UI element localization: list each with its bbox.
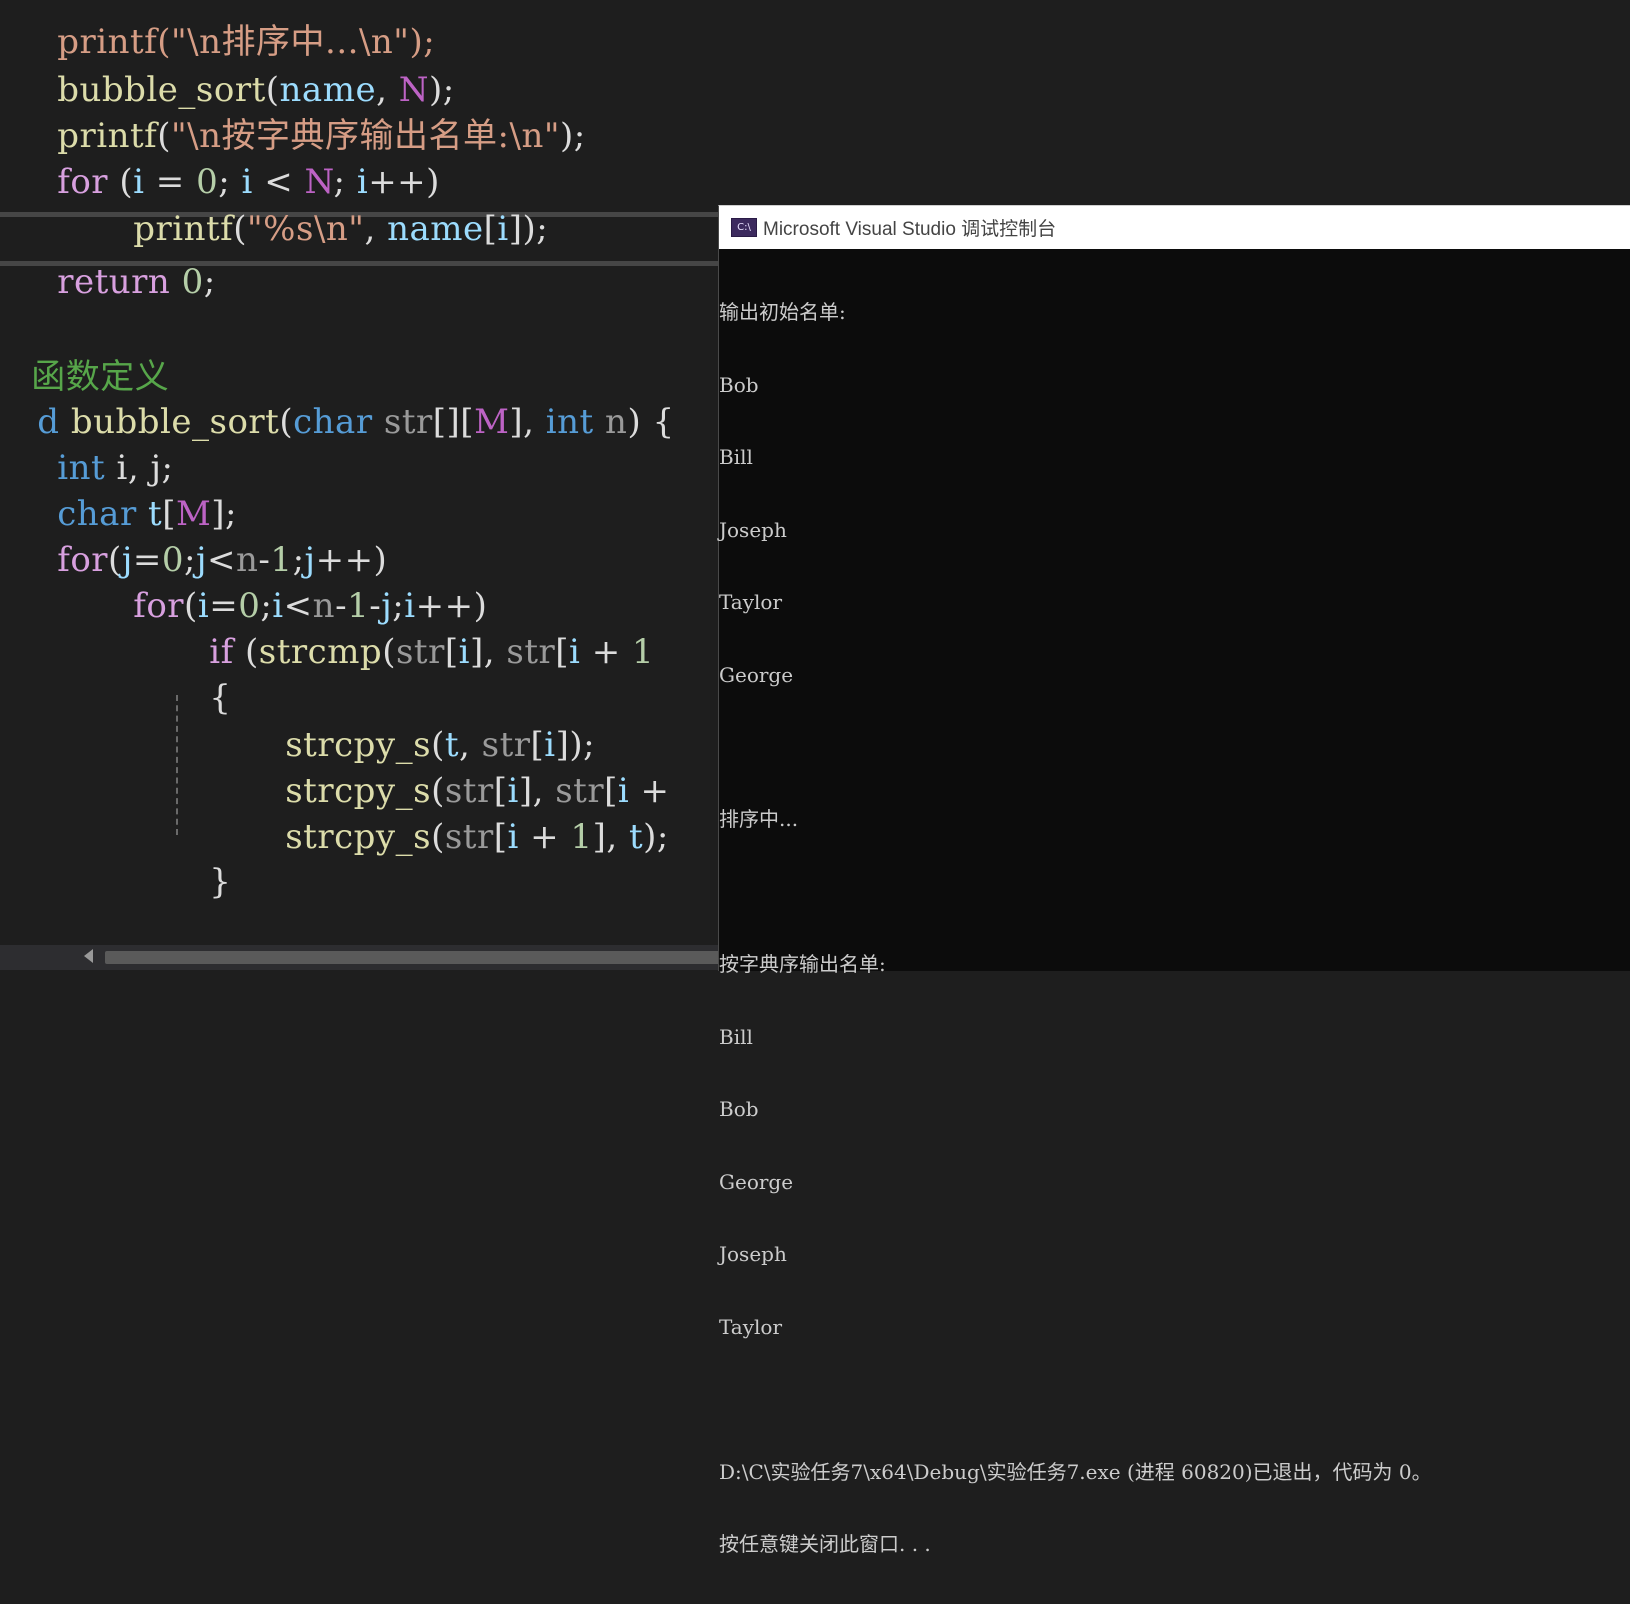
code-line-brace-close: } xyxy=(164,810,231,902)
macro: M xyxy=(474,402,510,442)
console-line: 输出初始名单: xyxy=(719,300,846,325)
function-call: strcpy_s xyxy=(285,817,432,857)
punct: + xyxy=(580,632,632,672)
punct: ( xyxy=(279,402,294,442)
scroll-left-arrow-icon[interactable] xyxy=(84,949,93,963)
punct: ); xyxy=(643,817,669,857)
code-line-brace-open: { xyxy=(164,626,231,718)
punct: [ xyxy=(555,632,570,672)
parameter: str xyxy=(383,402,433,442)
identifier: name xyxy=(387,209,484,249)
punct: [ xyxy=(483,209,498,249)
code-line-strcpy-3: strcpy_s(str[i + 1], t); xyxy=(240,765,669,857)
identifier: i xyxy=(569,632,581,672)
identifier: i xyxy=(458,632,470,672)
punct: ) { xyxy=(627,402,675,442)
console-line: 按任意键关闭此窗口. . . xyxy=(719,1532,931,1557)
punct: ( xyxy=(233,209,248,249)
parameter: n xyxy=(605,402,628,442)
code-line-for-j: for(j=0;j<n-1;j++) xyxy=(12,488,387,580)
console-line: 按字典序输出名单: xyxy=(719,952,886,977)
punct: ( xyxy=(431,817,445,857)
code-line-signature: d bubble_sort(char str[][M], int n) { xyxy=(0,350,675,442)
code-line-for-main: for (i = 0; i < N; i++) xyxy=(12,110,440,202)
code-line-for-i: for(i=0;i<n-1-j;i++) xyxy=(88,534,487,626)
punct: [ xyxy=(444,632,459,672)
punct: ; xyxy=(203,262,216,302)
punct: { xyxy=(209,678,232,718)
console-titlebar[interactable]: C:\ Microsoft Visual Studio 调试控制台 xyxy=(719,206,1630,249)
console-line: Taylor xyxy=(719,590,783,615)
number: 1 xyxy=(570,817,593,857)
punct: [][ xyxy=(432,402,475,442)
punct: + xyxy=(518,817,571,857)
console-output: 输出初始名单: Bob Bill Joseph Taylor George 排序… xyxy=(719,252,1624,1604)
console-line: George xyxy=(719,1169,794,1194)
scrollbar-thumb[interactable] xyxy=(105,951,720,964)
parameter: str xyxy=(506,632,556,672)
punct: ( xyxy=(382,632,396,672)
punct: ( xyxy=(233,632,259,672)
punct: ]); xyxy=(508,209,549,249)
console-title: Microsoft Visual Studio 调试控制台 xyxy=(763,219,1057,240)
code-line-if: if (strcmp(str[i], str[i + 1 xyxy=(164,580,654,672)
string-literal: "%s\n" xyxy=(247,209,365,249)
punct: } xyxy=(209,862,232,902)
code-line-strcpy-2: strcpy_s(str[i], str[i + xyxy=(240,719,670,811)
console-line: Bill xyxy=(719,445,753,470)
code-line-comment: 函数定义 xyxy=(0,305,169,397)
type-keyword: int xyxy=(545,402,594,442)
punct: [ xyxy=(493,817,508,857)
punct: , xyxy=(364,209,388,249)
number: 1 xyxy=(632,632,655,672)
horizontal-scrollbar[interactable] xyxy=(0,945,720,970)
console-app-icon: C:\ xyxy=(731,218,757,237)
debug-console-window[interactable]: C:\ Microsoft Visual Studio 调试控制台 输出初始名单… xyxy=(718,205,1630,1556)
code-line-printf-dict: printf("\n按字典序输出名单:\n"); xyxy=(12,64,586,156)
punct: ], xyxy=(509,402,546,442)
punct xyxy=(170,262,181,302)
parameter: str xyxy=(395,632,445,672)
code-line-bubble-call: bubble_sort(name, N); xyxy=(12,18,455,110)
console-line: Taylor xyxy=(719,1314,783,1339)
code-line-strcpy-1: strcpy_s(t, str[i]); xyxy=(240,673,595,765)
console-line: Bob xyxy=(719,372,759,397)
type-keyword: char xyxy=(293,402,373,442)
console-line: Joseph xyxy=(719,517,787,542)
code-line-return: return 0; xyxy=(12,210,216,302)
code-line-printf-name: printf("%s\n", name[i]); xyxy=(88,157,548,249)
code-line-int-ij: int i, j; xyxy=(12,396,173,488)
punct: ); xyxy=(559,116,586,156)
function-call: strcmp xyxy=(258,632,383,672)
identifier: t xyxy=(628,817,644,857)
punct: ], xyxy=(469,632,507,672)
keyword: return xyxy=(57,262,171,302)
console-line: Joseph xyxy=(719,1242,787,1267)
code-line-partial: printf("\n排序中...\n"); xyxy=(12,0,435,62)
console-line: D:\C\实验任务7\x64\Debug\实验任务7.exe (进程 60820… xyxy=(719,1459,1432,1484)
punct: ], xyxy=(592,817,629,857)
console-line: Bill xyxy=(719,1024,753,1049)
parameter: str xyxy=(444,817,494,857)
console-line: Bob xyxy=(719,1097,759,1122)
number: 0 xyxy=(181,262,204,302)
console-line: 排序中... xyxy=(719,807,799,832)
code-line-char-t: char t[M]; xyxy=(12,442,237,534)
identifier: i xyxy=(507,817,519,857)
identifier: i xyxy=(497,209,509,249)
console-line: George xyxy=(719,662,794,687)
